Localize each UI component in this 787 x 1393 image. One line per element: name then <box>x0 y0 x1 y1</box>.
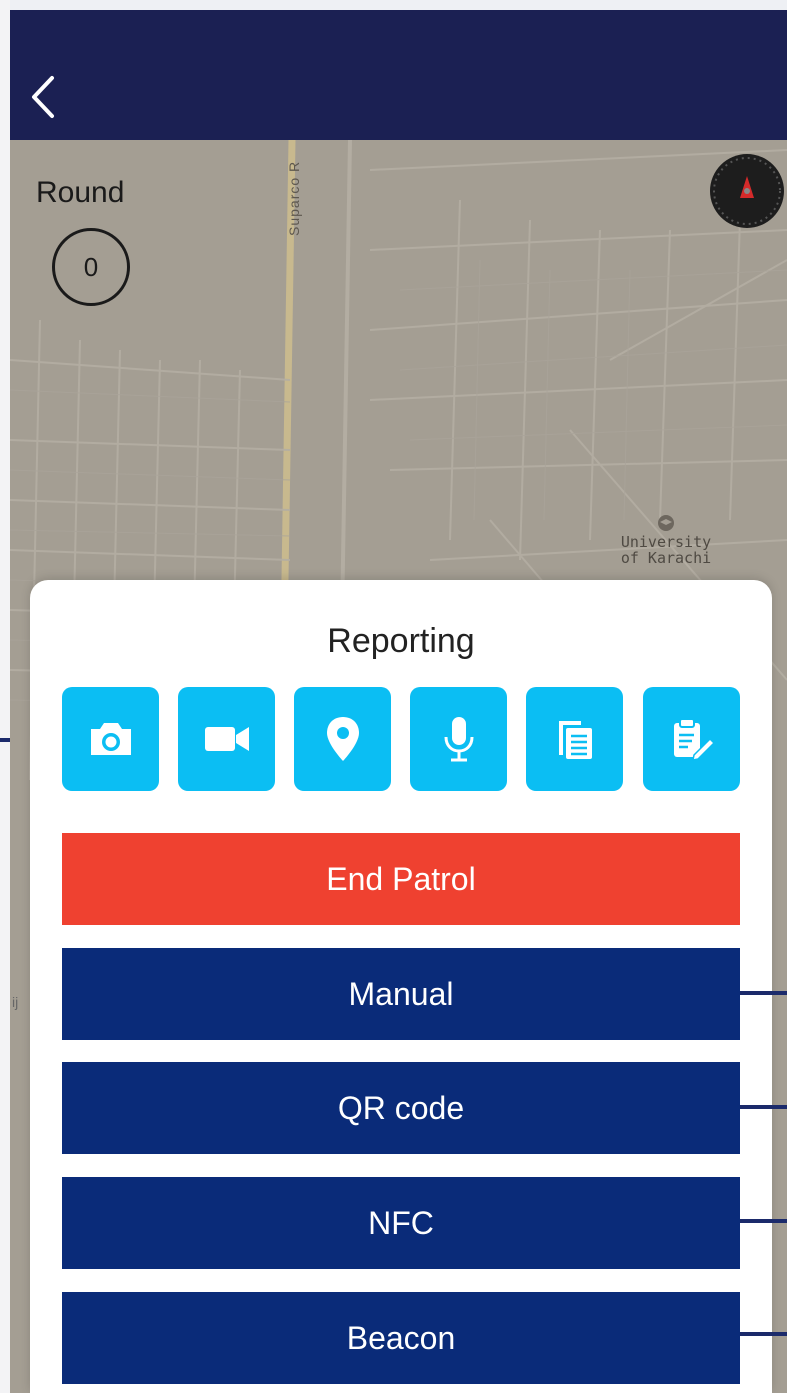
round-indicator: Round 0 <box>36 176 146 306</box>
microphone-icon <box>444 717 473 762</box>
map-edge-text: ij <box>12 994 19 1010</box>
compass-icon <box>713 157 781 225</box>
page-frame-top <box>0 0 787 10</box>
audio-button[interactable] <box>410 687 507 791</box>
chevron-left-icon <box>32 76 54 118</box>
reporting-icon-row <box>62 687 740 791</box>
callout-line-qr <box>740 1105 787 1109</box>
top-navbar <box>10 10 787 140</box>
page-frame-left <box>0 0 10 1393</box>
graduation-cap-icon <box>658 515 674 531</box>
note-button[interactable] <box>643 687 740 791</box>
documents-button[interactable] <box>526 687 623 791</box>
camera-icon <box>90 723 131 755</box>
round-label: Round <box>36 176 125 209</box>
beacon-button[interactable]: Beacon <box>62 1292 740 1384</box>
poi-label-line2: of Karachi <box>620 549 712 567</box>
location-pin-icon <box>326 717 359 761</box>
phone-screen: Suparco R University of Karachi Round 0 … <box>10 10 787 1393</box>
video-camera-icon <box>204 727 249 751</box>
callout-line-nfc <box>740 1219 787 1223</box>
panel-title: Reporting <box>327 622 475 660</box>
compass-button[interactable] <box>710 154 784 228</box>
copy-documents-icon <box>558 721 592 759</box>
poi-label-line1: University <box>620 533 712 551</box>
location-button[interactable] <box>294 687 391 791</box>
callout-line-beacon <box>740 1332 787 1336</box>
video-button[interactable] <box>178 687 275 791</box>
nfc-button[interactable]: NFC <box>62 1177 740 1269</box>
university-marker[interactable]: University of Karachi <box>606 514 726 566</box>
end-patrol-button[interactable]: End Patrol <box>62 833 740 925</box>
callout-line-manual <box>740 991 787 995</box>
road-label: Suparco R <box>286 160 302 236</box>
back-button[interactable] <box>24 72 64 122</box>
manual-button[interactable]: Manual <box>62 948 740 1040</box>
round-count-badge: 0 <box>52 228 130 306</box>
qr-code-button[interactable]: QR code <box>62 1062 740 1154</box>
clipboard-edit-icon <box>673 718 715 761</box>
reporting-panel: Reporting End Patrol Manual QR code NFC … <box>30 580 772 1393</box>
camera-button[interactable] <box>62 687 159 791</box>
